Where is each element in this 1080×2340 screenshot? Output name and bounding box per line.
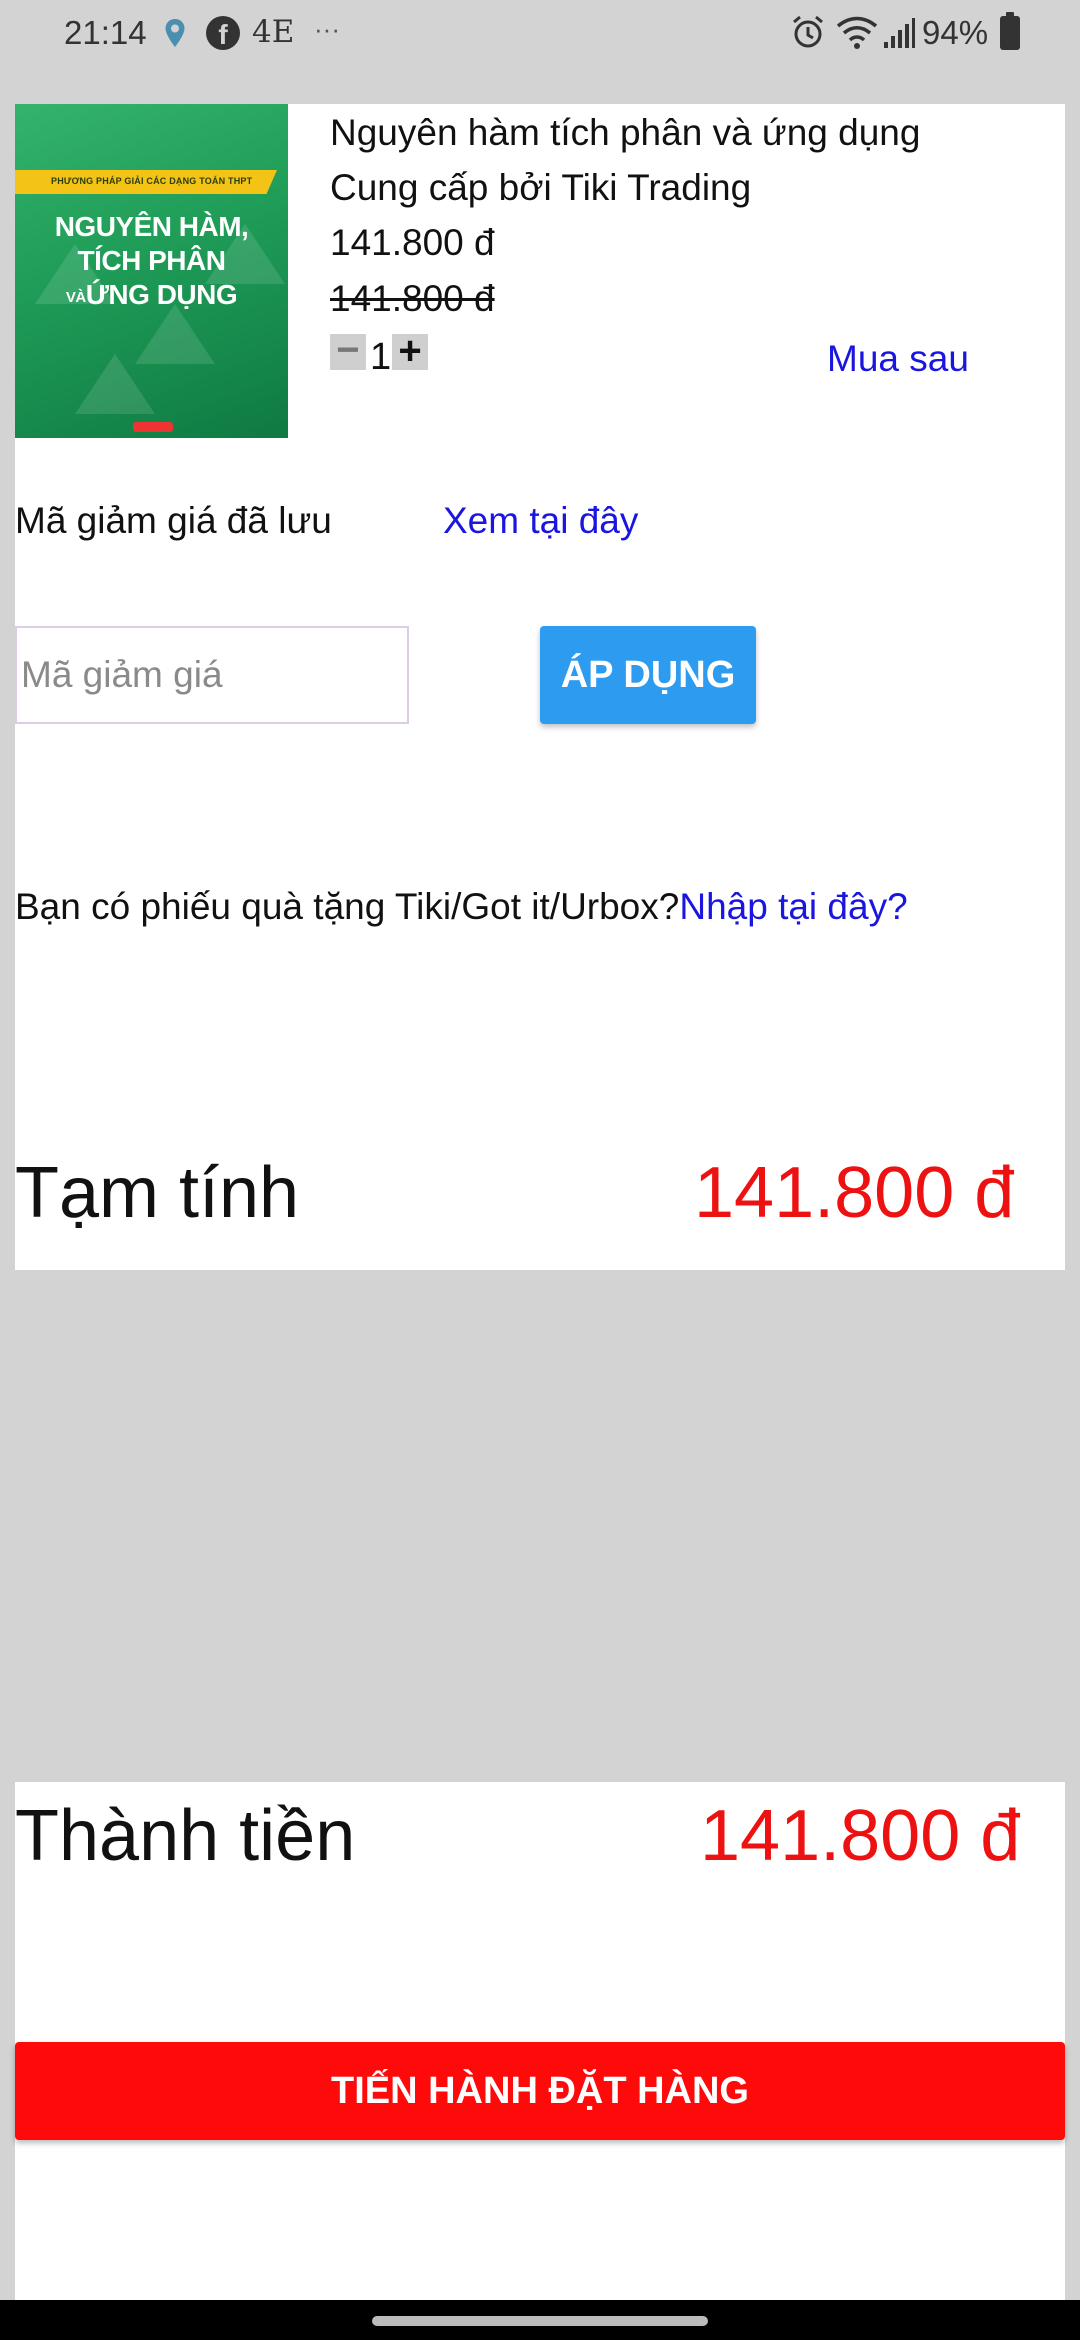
cover-title-main: ỨNG DỤNG xyxy=(85,279,238,310)
more-notifications-icon: ··· xyxy=(314,14,340,44)
place-order-button[interactable]: TIẾN HÀNH ĐẶT HÀNG xyxy=(15,2042,1065,2140)
cover-title-small: VÀ xyxy=(65,289,86,306)
wifi-icon xyxy=(836,16,878,49)
cover-title-line: TÍCH PHÂN xyxy=(77,245,226,276)
facebook-icon: f xyxy=(206,16,240,50)
total-value: 141.800 đ xyxy=(700,1796,1021,1876)
alarm-icon xyxy=(793,15,823,48)
network-label: 4E xyxy=(252,14,295,50)
gift-card-text: Bạn có phiếu quà tặng Tiki/Got it/Urbox? xyxy=(15,886,680,927)
apply-coupon-button[interactable]: ÁP DỤNG xyxy=(540,626,756,724)
product-original-price: 141.800 đ xyxy=(330,278,495,319)
location-icon xyxy=(165,19,185,47)
cover-title-line: VÀỨNG DỤNG xyxy=(15,278,288,315)
status-time: 21:14 xyxy=(64,14,147,51)
cover-title: NGUYÊN HÀM, TÍCH PHÂN VÀỨNG DỤNG xyxy=(15,210,288,315)
status-bar xyxy=(0,0,1080,70)
coupon-input[interactable] xyxy=(15,626,409,724)
quantity-decrease-button[interactable]: − xyxy=(330,330,366,370)
product-seller: Cung cấp bởi Tiki Trading xyxy=(330,167,752,208)
publisher-logo xyxy=(133,422,173,432)
subtotal-label: Tạm tính xyxy=(15,1153,300,1233)
home-gesture-handle[interactable] xyxy=(372,2316,708,2326)
buy-later-link[interactable]: Mua sau xyxy=(827,338,969,380)
quantity-increase-button[interactable]: + xyxy=(392,331,428,371)
battery-icon xyxy=(1000,12,1020,50)
cover-pattern xyxy=(75,354,155,414)
saved-coupon-label: Mã giảm giá đã lưu xyxy=(15,500,332,541)
cover-band-text: PHƯƠNG PHÁP GIẢI CÁC DẠNG TOÁN THPT xyxy=(51,176,253,186)
subtotal-value: 141.800 đ xyxy=(694,1153,1015,1233)
gift-card-prompt: Bạn có phiếu quà tặng Tiki/Got it/Urbox?… xyxy=(15,886,908,928)
total-label: Thành tiền xyxy=(15,1796,356,1876)
product-price: 141.800 đ xyxy=(330,222,495,263)
product-image[interactable]: PHƯƠNG PHÁP GIẢI CÁC DẠNG TOÁN THPT NGUY… xyxy=(15,104,288,438)
quantity-value: 1 xyxy=(370,336,392,378)
gift-card-link[interactable]: Nhập tại đây? xyxy=(679,886,907,927)
cover-title-line: NGUYÊN HÀM, xyxy=(54,211,249,242)
saved-coupon-link[interactable]: Xem tại đây xyxy=(443,500,638,542)
product-title[interactable]: Nguyên hàm tích phân và ứng dụng xyxy=(330,112,920,154)
battery-percent: 94% xyxy=(922,14,989,51)
signal-icon xyxy=(884,18,915,48)
